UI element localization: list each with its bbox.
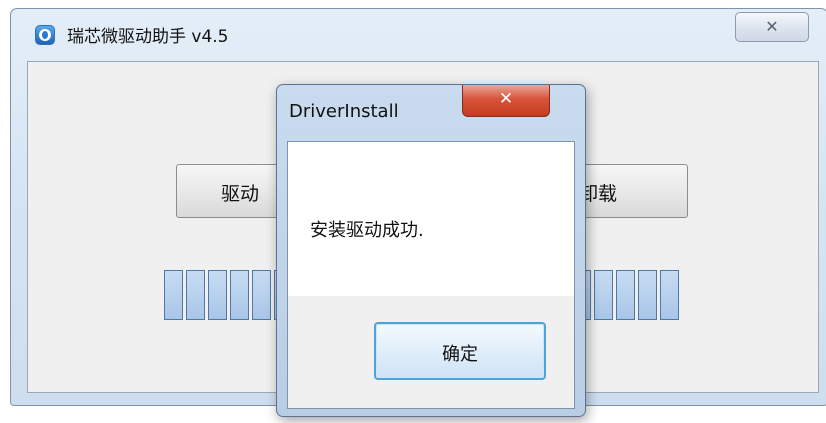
progress-segment: [208, 270, 227, 320]
dialog-title: DriverInstall: [289, 101, 399, 122]
progress-segment: [638, 270, 657, 320]
progress-segment: [230, 270, 249, 320]
message-area: 安装驱动成功.: [288, 142, 574, 296]
window-title: 瑞芯微驱动助手 v4.5: [67, 27, 229, 47]
uninstall-driver-button[interactable]: 卸载: [568, 164, 688, 218]
progress-bar-right: [572, 270, 679, 322]
close-icon: ✕: [498, 89, 514, 109]
ok-button-label: 确定: [442, 344, 478, 365]
progress-segment: [616, 270, 635, 320]
progress-segment: [252, 270, 271, 320]
dialog-message: 安装驱动成功.: [310, 220, 424, 241]
driver-install-dialog: DriverInstall ✕ 安装驱动成功. 确定: [276, 84, 586, 417]
dialog-close-button[interactable]: ✕: [462, 85, 550, 117]
progress-bar: [164, 270, 293, 322]
progress-segment: [594, 270, 613, 320]
dialog-body: 安装驱动成功. 确定: [287, 141, 575, 409]
progress-segment: [186, 270, 205, 320]
progress-segment: [660, 270, 679, 320]
ok-button[interactable]: 确定: [374, 322, 546, 380]
install-driver-label: 驱动: [221, 183, 260, 205]
close-icon: ✕: [765, 17, 779, 36]
app-logo-icon: [35, 25, 55, 45]
progress-segment: [164, 270, 183, 320]
title-bar: 瑞芯微驱动助手 v4.5 ✕: [11, 9, 826, 59]
window-close-button[interactable]: ✕: [735, 12, 809, 42]
